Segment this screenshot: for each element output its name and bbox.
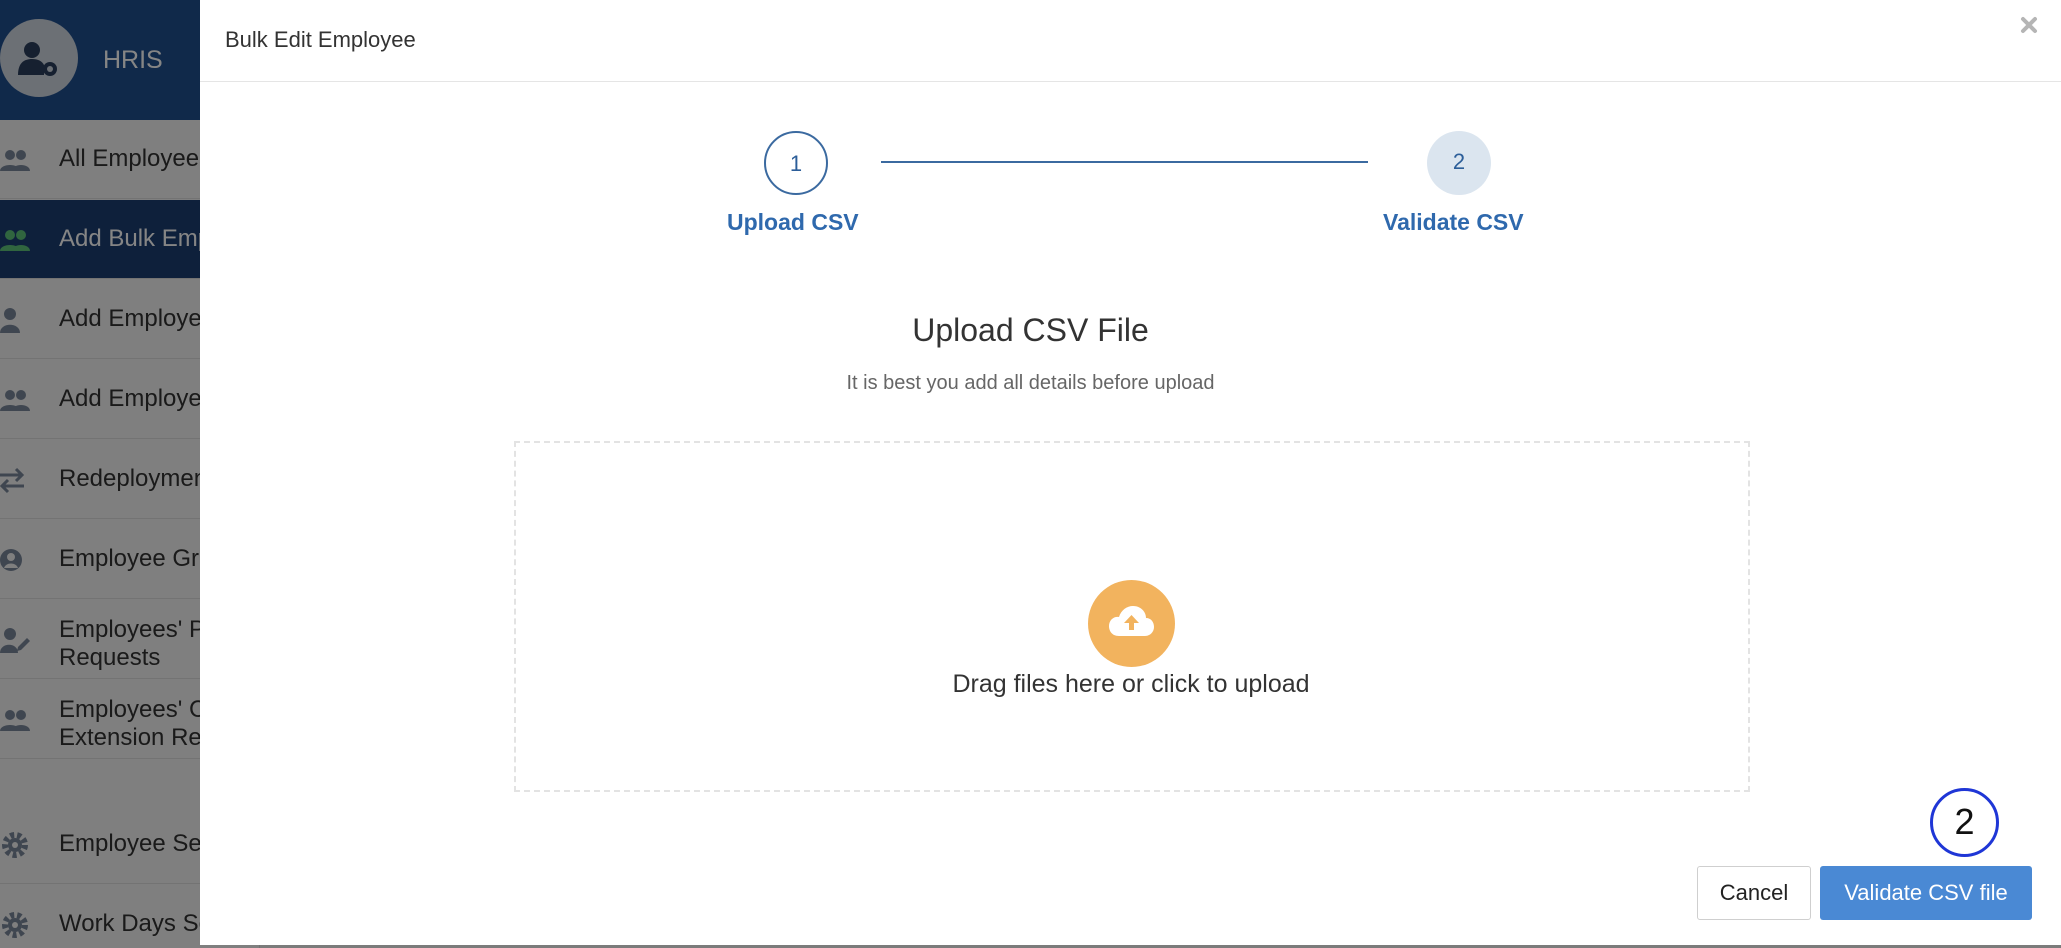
step-1-label: Upload CSV	[727, 209, 859, 235]
step-2-indicator: 2	[1427, 131, 1491, 195]
close-icon[interactable]	[2014, 10, 2044, 40]
modal-title: Bulk Edit Employee	[225, 27, 416, 52]
upload-heading: Upload CSV File	[912, 312, 1149, 348]
stepper-connector	[881, 161, 1368, 163]
step-2-label: Validate CSV	[1383, 209, 1524, 235]
step-marker-annotation: 2	[1930, 788, 1999, 857]
cloud-upload-icon	[1109, 606, 1154, 636]
upload-button-circle[interactable]	[1088, 580, 1175, 667]
cancel-button[interactable]: Cancel	[1697, 866, 1811, 920]
validate-csv-button[interactable]: Validate CSV file	[1820, 866, 2032, 920]
step-1-indicator: 1	[764, 131, 828, 195]
upload-subheading: It is best you add all details before up…	[846, 372, 1215, 394]
modal-header: Bulk Edit Employee	[200, 0, 2061, 82]
dropzone-text: Drag files here or click to upload	[952, 670, 1310, 698]
